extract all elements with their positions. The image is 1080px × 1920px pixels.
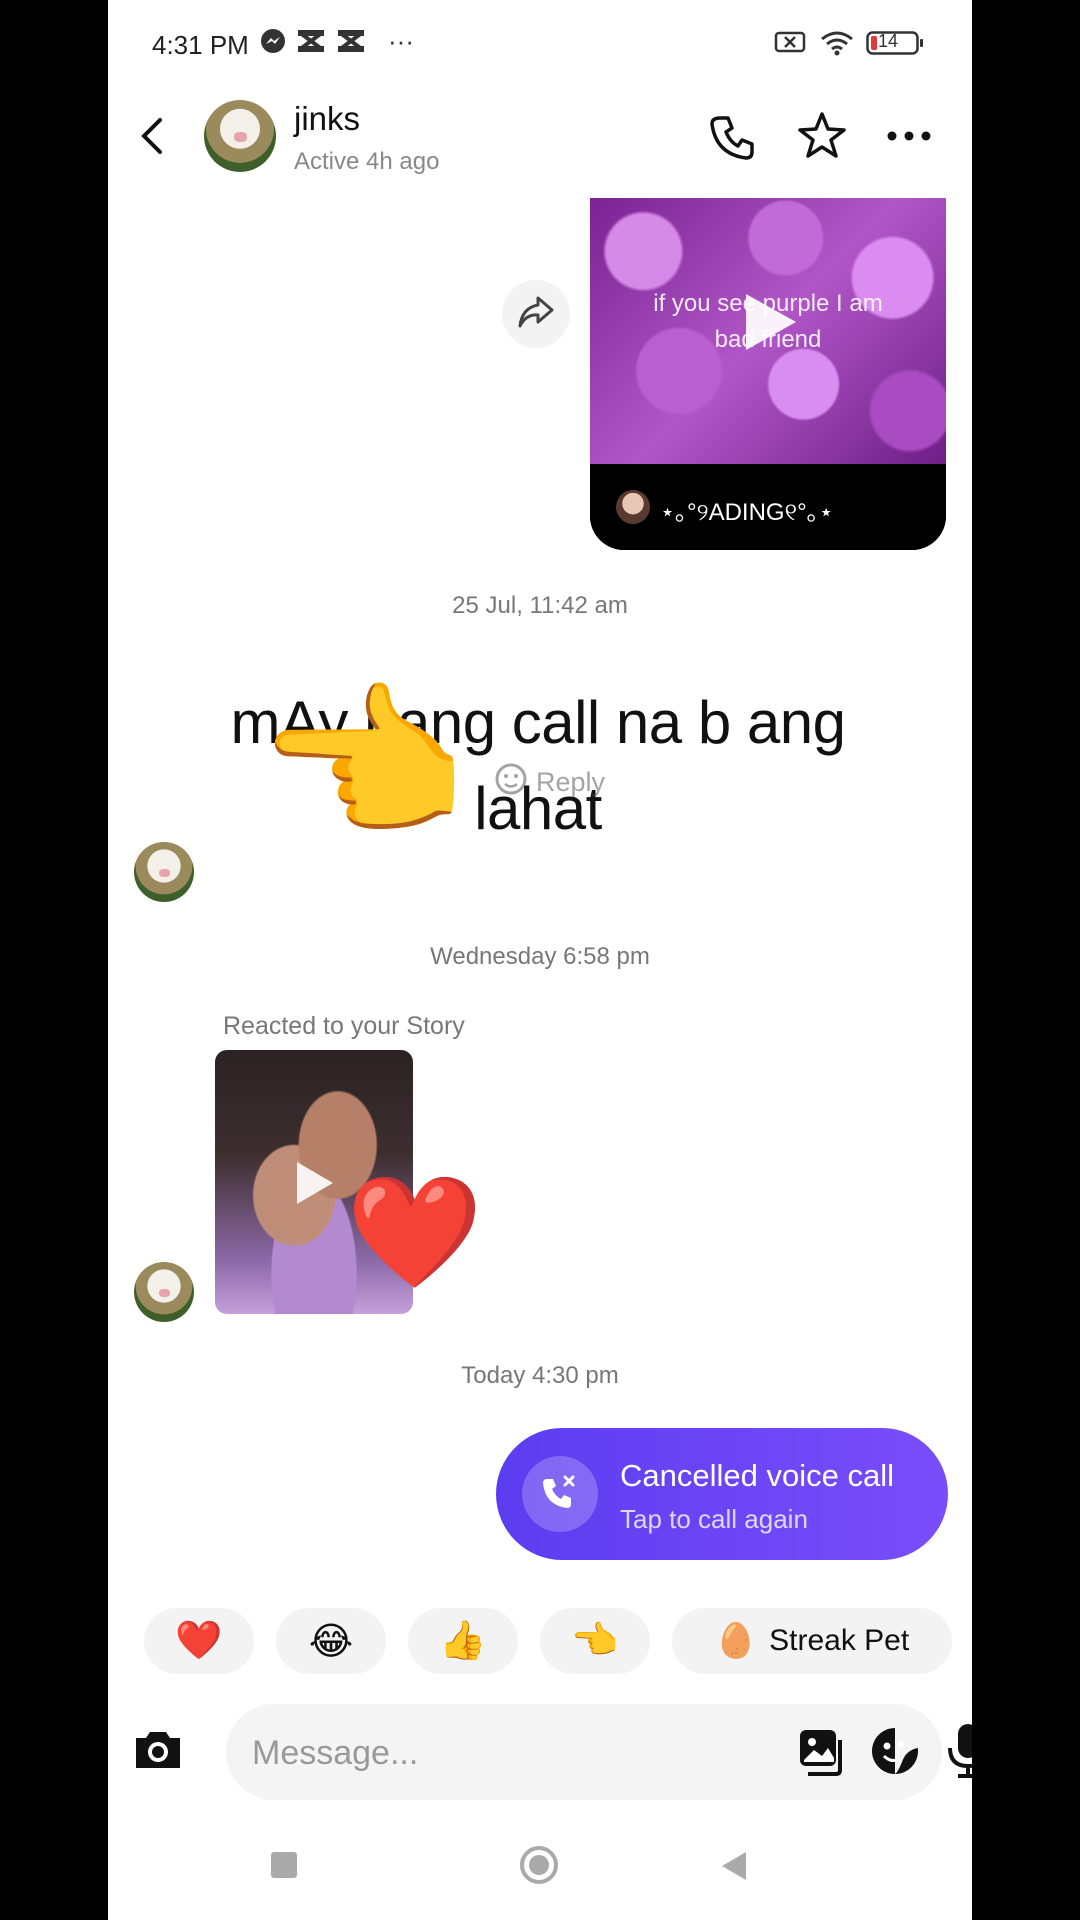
capcut-icon (296, 28, 326, 59)
timestamp-separator: Wednesday 6:58 pm (430, 943, 650, 970)
sim-off-icon (774, 30, 806, 59)
message-input[interactable] (250, 1724, 654, 1782)
chat-screen: 4:31 PM ··· 14 jinks Active 4h ago if yo… (108, 0, 972, 1920)
play-icon (740, 290, 800, 359)
pointing-hand-reaction: 👈 (256, 670, 468, 860)
call-icon-badge (522, 1456, 598, 1532)
timestamp-separator: Today 4:30 pm (461, 1362, 619, 1389)
battery-level: 14 (878, 31, 899, 51)
sender-avatar[interactable] (134, 842, 194, 902)
story-reaction-label: Reacted to your Story (223, 1012, 465, 1040)
call-subtitle: Tap to call again (620, 1504, 808, 1534)
share-arrow-icon (516, 294, 556, 335)
contact-name[interactable]: jinks (294, 100, 360, 138)
timestamp-separator: 25 Jul, 11:42 am (452, 592, 628, 619)
reply-button[interactable]: Reply (494, 760, 605, 804)
heart-reaction: ❤️ (346, 1171, 483, 1294)
star-icon[interactable] (796, 110, 848, 167)
play-icon (291, 1158, 337, 1213)
quick-reaction-thumbs-up[interactable]: 👍 (408, 1608, 518, 1674)
home-button[interactable] (520, 1846, 558, 1884)
sender-avatar[interactable] (134, 1262, 194, 1322)
status-more: ··· (388, 26, 414, 56)
shared-post-footer: ⋆｡°୨ADING୧°｡⋆ (590, 464, 946, 550)
back-arrow-icon[interactable] (136, 116, 168, 161)
camera-icon (132, 1728, 184, 1777)
quick-reaction-point[interactable]: 👈 (540, 1608, 650, 1674)
gallery-icon[interactable] (796, 1726, 846, 1783)
phone-icon[interactable] (708, 112, 758, 167)
shared-post-card[interactable]: if you see purple I am bad friend ⋆｡°୨AD… (590, 198, 946, 550)
share-button[interactable] (502, 280, 570, 348)
status-time: 4:31 PM (152, 30, 249, 60)
contact-status: Active 4h ago (294, 148, 440, 175)
quick-reaction-laugh[interactable]: 😂 (276, 1608, 386, 1674)
cancelled-call-bubble[interactable]: Cancelled voice call Tap to call again (496, 1428, 948, 1560)
capcut-icon (336, 28, 366, 59)
shared-post-thumbnail: if you see purple I am bad friend (590, 198, 946, 464)
more-icon[interactable] (886, 126, 932, 151)
message-composer (226, 1704, 972, 1800)
quick-reaction-heart[interactable]: ❤️ (144, 1608, 254, 1674)
egg-icon: 🥚 (714, 1622, 758, 1660)
recents-button[interactable] (271, 1852, 297, 1878)
contact-avatar[interactable] (204, 100, 276, 172)
call-title: Cancelled voice call (620, 1458, 894, 1493)
missed-call-icon (539, 1471, 581, 1518)
reply-label: Reply (536, 766, 606, 797)
post-author-avatar (616, 490, 650, 524)
sticker-icon[interactable] (868, 1724, 922, 1783)
post-author-name: ⋆｡°୨ADING୧°｡⋆ (660, 499, 834, 526)
streak-pet-label: Streak Pet (769, 1624, 910, 1657)
microphone-icon[interactable] (946, 1722, 972, 1785)
wifi-icon (820, 30, 854, 61)
nav-back-icon[interactable] (720, 1850, 748, 1887)
messenger-icon (260, 28, 286, 59)
camera-button[interactable] (128, 1722, 188, 1782)
smile-icon (494, 762, 528, 803)
streak-pet-button[interactable]: 🥚 Streak Pet (672, 1608, 952, 1674)
